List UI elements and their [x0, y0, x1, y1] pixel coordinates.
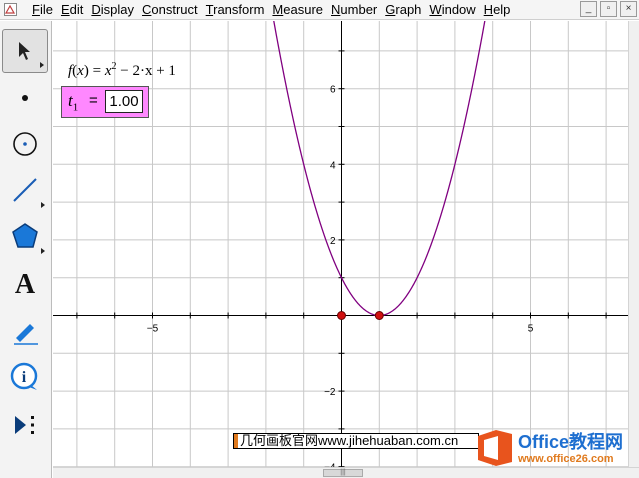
y-tick-label: 2 — [330, 236, 336, 247]
menu-transform[interactable]: Transform — [202, 2, 269, 18]
marker-icon — [14, 324, 38, 345]
vertical-scrollbar[interactable] — [628, 21, 639, 467]
svg-text:A: A — [15, 269, 36, 298]
restore-button[interactable]: ▫ — [600, 1, 617, 17]
compass-tool[interactable] — [2, 122, 48, 166]
menu-edit[interactable]: Edit — [57, 2, 87, 18]
text-icon: A — [15, 269, 36, 298]
menu-file[interactable]: File — [28, 2, 57, 18]
point-icon — [22, 95, 28, 101]
office-brand: Office教程网 — [518, 432, 624, 452]
menu-display[interactable]: Display — [87, 2, 138, 18]
menu-number[interactable]: Number — [327, 2, 381, 18]
function-expression[interactable]: f(x) = x2 − 2·x + 1 — [68, 61, 176, 80]
menu-help[interactable]: Help — [480, 2, 515, 18]
app-icon[interactable] — [4, 3, 17, 16]
x-tick-label: −5 — [147, 324, 159, 335]
text-tool[interactable]: A — [2, 261, 48, 305]
custom-tool-icon — [15, 416, 34, 434]
marker-tool[interactable] — [2, 309, 48, 353]
menu-construct[interactable]: Construct — [138, 2, 202, 18]
x-tick-label: 5 — [528, 324, 534, 335]
window-controls: _ ▫ × — [580, 1, 637, 17]
office-url: www.office26.com — [518, 453, 614, 465]
menu-graph[interactable]: Graph — [381, 2, 425, 18]
information-tool[interactable]: i — [2, 355, 48, 399]
graph-point — [337, 311, 346, 320]
y-tick-label: 4 — [330, 160, 336, 171]
y-tick-label: 6 — [330, 85, 336, 96]
point-tool[interactable] — [2, 76, 48, 120]
svg-text:i: i — [22, 369, 27, 386]
straightedge-tool[interactable] — [2, 168, 48, 212]
compass-icon — [13, 132, 37, 156]
menu-measure[interactable]: Measure — [268, 2, 327, 18]
minimize-button[interactable]: _ — [580, 1, 597, 17]
graph-point — [374, 311, 384, 320]
straightedge-icon — [13, 178, 37, 202]
site-watermark: 几何画板官网www.jihehuaban.com.cn — [233, 433, 479, 449]
parameter-equals: = — [89, 92, 98, 109]
menu-bar: File Edit Display Construct Transform Measure… — [0, 0, 639, 20]
y-tick-label: −2 — [324, 387, 336, 398]
polygon-tool[interactable] — [2, 214, 48, 258]
arrow-select-tool[interactable] — [2, 29, 48, 73]
menu-items: File Edit Display Construct Transform Measure… — [28, 2, 514, 18]
information-icon: i — [10, 362, 38, 390]
toolbox: A i — [0, 21, 52, 478]
arrow-select-icon — [19, 42, 30, 60]
custom-tool[interactable] — [2, 403, 48, 447]
horizontal-scroll-thumb[interactable]: ||| — [323, 469, 363, 477]
menu-window[interactable]: Window — [425, 2, 479, 18]
parameter-name: t1 — [68, 91, 79, 114]
parameter-value[interactable]: 1.00 — [105, 90, 143, 113]
parameter-t1[interactable]: t1 = 1.00 — [61, 86, 149, 118]
polygon-icon — [12, 223, 38, 248]
close-button[interactable]: × — [620, 1, 637, 17]
